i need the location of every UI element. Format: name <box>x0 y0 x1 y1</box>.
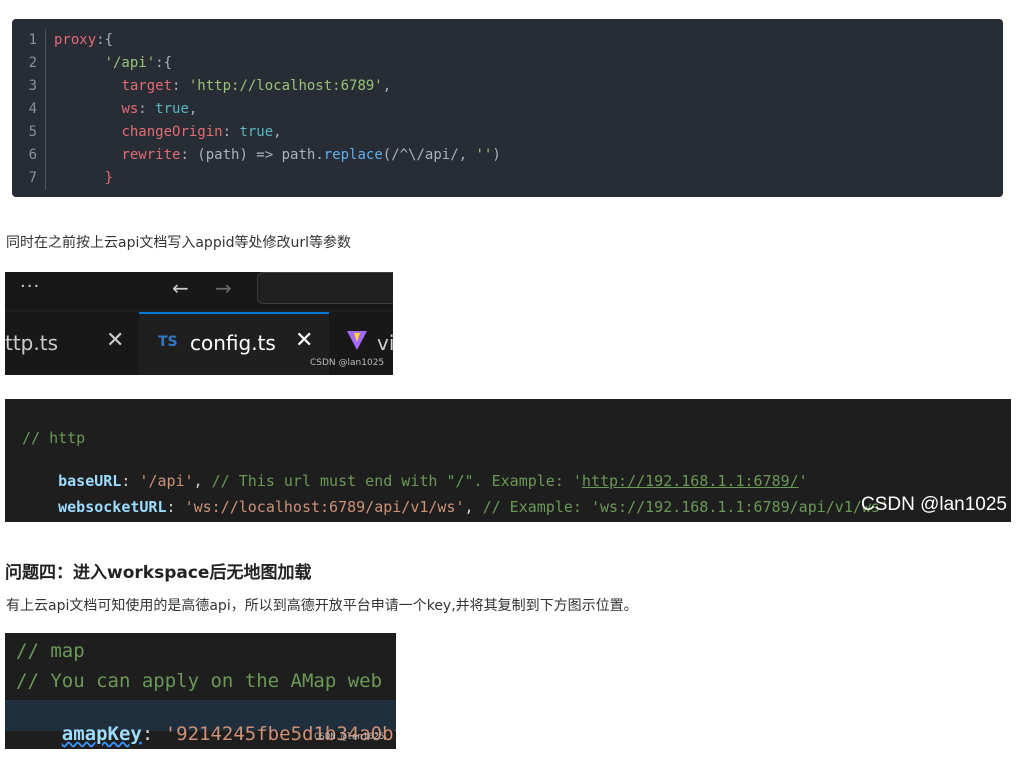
code-block-urls: // http baseURL: '/api', // This url mus… <box>5 399 1011 522</box>
typescript-icon: TS <box>158 334 178 350</box>
code-text: proxy:{ <box>54 32 114 48</box>
line-number: 6 <box>12 144 46 167</box>
watermark: CSDN @lan1025 <box>314 732 385 742</box>
more-actions-icon[interactable]: ··· <box>20 276 40 297</box>
code-comment: // Example: 'ws://192.168.1.1:6789/api/v… <box>482 498 889 516</box>
code-line: 6 rewrite: (path) => path.replace(/^\/ap… <box>12 144 1003 167</box>
code-text: target: 'http://localhost:6789', <box>121 78 392 94</box>
code-line: 7 } <box>12 167 1003 190</box>
code-string: 'ws://localhost:6789/api/v1/ws' <box>184 498 465 516</box>
code-line: 3 target: 'http://localhost:6789', <box>12 75 1003 98</box>
code-text: } <box>104 170 114 186</box>
close-icon[interactable]: ✕ <box>295 328 313 353</box>
line-number: 7 <box>12 167 46 190</box>
command-center-search[interactable] <box>257 272 393 304</box>
paragraph-text: 同时在之前按上云api文档写入appid等处修改url等参数 <box>6 235 352 251</box>
editor-tabs-screenshot: ··· ← → ttp.ts ✕ TS config.ts ✕ vi CSDN … <box>5 272 393 375</box>
code-line: 5 changeOrigin: true, <box>12 121 1003 144</box>
paragraph-text: 有上云api文档可知使用的是高德api，所以到高德开放平台申请一个key,并将其… <box>6 598 638 614</box>
line-number: 1 <box>12 29 46 52</box>
code-line-websocketurl: websocketURL: 'ws://localhost:6789/api/v… <box>58 498 889 516</box>
code-block-amap: // map // You can apply on the AMap web … <box>5 633 396 749</box>
code-line: 1 proxy:{ <box>12 29 1003 52</box>
tab-config-ts-label[interactable]: config.ts <box>190 331 276 355</box>
code-block-proxy: 1 proxy:{2 '/api':{3 target: 'http://loca… <box>12 19 1003 197</box>
line-number: 2 <box>12 52 46 75</box>
code-text: changeOrigin: true, <box>121 124 282 140</box>
code-comment: // http <box>22 429 86 447</box>
back-arrow-icon[interactable]: ← <box>172 276 189 300</box>
watermark: CSDN @lan1025 <box>310 358 385 368</box>
code-comment: // You can apply on the AMap web <box>16 670 383 692</box>
code-comment: // map <box>16 640 85 662</box>
code-text: ws: true, <box>121 101 198 117</box>
code-text: '/api':{ <box>104 55 173 71</box>
watermark: CSDN @lan1025 <box>860 494 1007 515</box>
code-key: websocketURL <box>58 498 167 516</box>
code-line: 2 '/api':{ <box>12 52 1003 75</box>
code-key: amapKey <box>61 723 142 745</box>
line-number: 4 <box>12 98 46 121</box>
line-number: 5 <box>12 121 46 144</box>
section-heading: 问题四：进入workspace后无地图加载 <box>5 563 312 583</box>
tab-vite-label[interactable]: vi <box>377 331 393 355</box>
line-number: 3 <box>12 75 46 98</box>
code-text: rewrite: (path) => path.replace(/^\/api/… <box>121 147 501 163</box>
close-icon[interactable]: ✕ <box>106 328 124 353</box>
code-line: 4 ws: true, <box>12 98 1003 121</box>
forward-arrow-icon[interactable]: → <box>215 276 232 300</box>
tab-http-ts-label[interactable]: ttp.ts <box>5 331 58 355</box>
vite-icon <box>347 331 367 350</box>
